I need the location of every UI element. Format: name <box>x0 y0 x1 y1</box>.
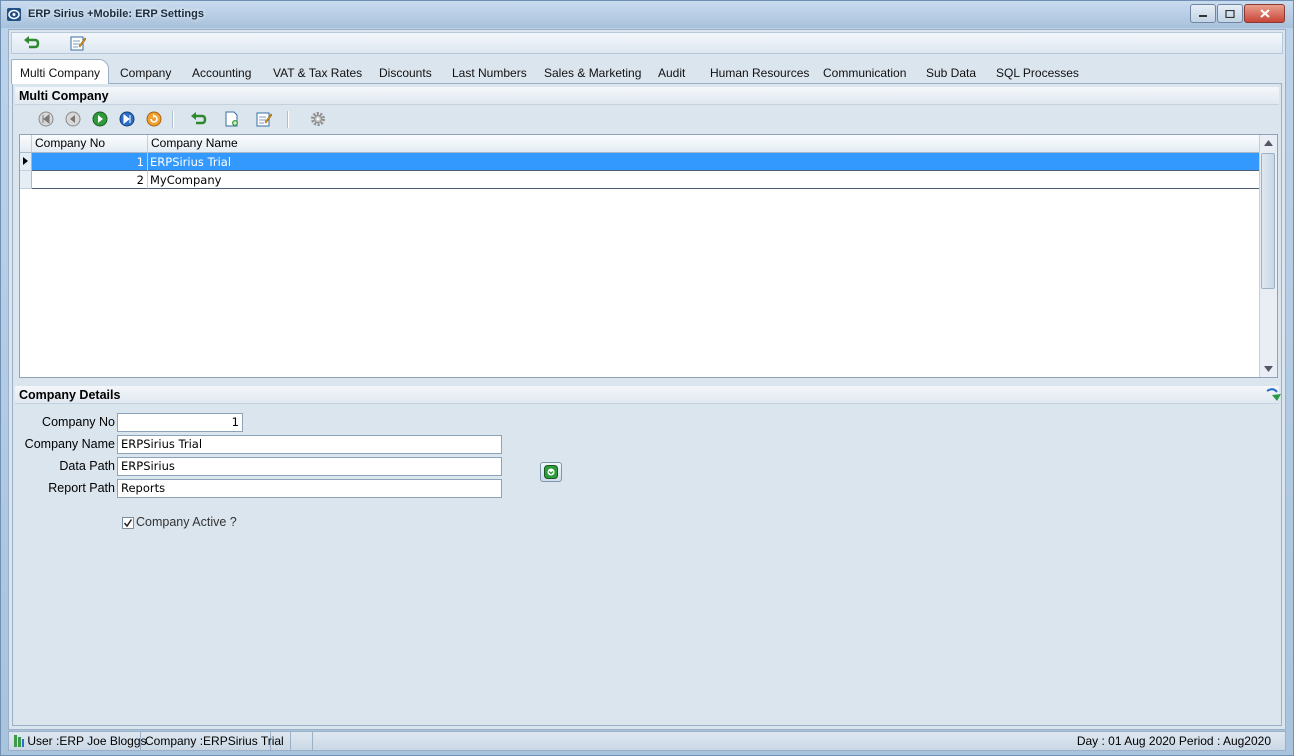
tab-vat-tax-rates[interactable]: VAT & Tax Rates <box>273 63 362 83</box>
tab-discounts[interactable]: Discounts <box>379 63 432 83</box>
edit-record-button[interactable] <box>255 110 273 128</box>
maximize-button[interactable] <box>1217 4 1243 23</box>
last-record-icon <box>119 111 135 127</box>
status-user-cell: User :ERP Joe Bloggs <box>9 732 147 750</box>
company-grid: Company No Company Name 1 ERPSirius Tria… <box>19 134 1278 378</box>
next-record-icon <box>92 111 108 127</box>
window-title: ERP Sirius +Mobile: ERP Settings <box>28 8 204 20</box>
scroll-up-icon <box>1263 140 1273 146</box>
status-bar: User :ERP Joe Bloggs Company :ERPSirius … <box>8 731 1286 751</box>
main-toolbar <box>11 32 1283 54</box>
grid-header: Company No Company Name <box>20 135 1260 153</box>
company-name-label: Company Name <box>24 437 115 451</box>
company-active-label[interactable]: Company Active ? <box>136 515 237 529</box>
tab-audit[interactable]: Audit <box>658 63 685 83</box>
tab-sales-marketing[interactable]: Sales & Marketing <box>544 63 641 83</box>
toolbar-separator <box>287 111 289 128</box>
undo-icon <box>24 36 40 49</box>
scroll-down-button[interactable] <box>1260 361 1276 377</box>
cell-company-no[interactable]: 1 <box>32 153 148 171</box>
undo-button[interactable] <box>23 35 41 51</box>
undo-record-button[interactable] <box>190 110 208 128</box>
row-indicator <box>20 171 32 189</box>
tab-sql-processes[interactable]: SQL Processes <box>996 63 1079 83</box>
last-record-button[interactable] <box>118 110 136 128</box>
table-row[interactable]: 2 MyCompany <box>20 171 1260 189</box>
tab-sub-data[interactable]: Sub Data <box>926 63 976 83</box>
tab-human-resources[interactable]: Human Resources <box>710 63 809 83</box>
data-path-field[interactable]: ERPSirius <box>117 457 502 476</box>
toolbar-separator <box>172 111 174 128</box>
cell-company-no[interactable]: 2 <box>32 171 148 189</box>
new-document-icon <box>225 111 238 127</box>
first-record-button[interactable] <box>37 110 55 128</box>
table-row[interactable]: 1 ERPSirius Trial <box>20 153 1260 171</box>
tab-communication[interactable]: Communication <box>823 63 906 83</box>
previous-record-icon <box>65 111 81 127</box>
row-indicator <box>20 153 32 171</box>
checkmark-icon <box>123 519 133 528</box>
company-details-header: Company Details <box>15 386 1279 404</box>
tab-accounting[interactable]: Accounting <box>192 63 251 83</box>
scroll-thumb[interactable] <box>1261 153 1275 289</box>
browse-data-path-button[interactable] <box>540 462 562 482</box>
column-header-company-no[interactable]: Company No <box>32 135 148 152</box>
status-day-period: Day : 01 Aug 2020 Period : Aug2020 <box>1076 734 1271 748</box>
scroll-down-icon <box>1263 366 1273 372</box>
grid-indicator-header <box>20 135 32 152</box>
first-record-icon <box>38 111 54 127</box>
company-name-field[interactable]: ERPSirius Trial <box>117 435 502 454</box>
grid-toolbar <box>19 108 1279 130</box>
settings-tabs: Multi Company Company Accounting VAT & T… <box>11 59 1283 84</box>
next-record-button[interactable] <box>91 110 109 128</box>
status-user: User :ERP Joe Bloggs <box>27 734 147 748</box>
user-status-icon <box>14 735 24 747</box>
status-empty-cell <box>291 732 313 750</box>
tab-multi-company[interactable]: Multi Company <box>11 59 110 84</box>
tab-last-numbers[interactable]: Last Numbers <box>452 63 527 83</box>
multi-company-header: Multi Company <box>15 87 1279 105</box>
collapse-arrow-icon <box>1266 388 1281 401</box>
report-path-field[interactable]: Reports <box>117 479 502 498</box>
minimize-icon <box>1199 14 1207 17</box>
status-empty-cell <box>271 732 291 750</box>
company-active-checkbox[interactable] <box>122 517 134 529</box>
close-button[interactable] <box>1244 4 1285 23</box>
status-company: Company :ERPSirius Trial <box>141 732 284 750</box>
settings-button[interactable] <box>309 110 327 128</box>
company-no-field[interactable]: 1 <box>117 413 243 432</box>
multi-company-tab-panel: Multi Company Company No Company Name 1 … <box>12 83 1282 726</box>
browse-folder-icon <box>544 465 558 479</box>
refresh-button[interactable] <box>145 110 163 128</box>
current-row-arrow-icon <box>23 157 28 165</box>
app-window: ERP Sirius +Mobile: ERP Settings Multi C… <box>0 0 1294 756</box>
cell-company-name[interactable]: MyCompany <box>148 171 1260 189</box>
maximize-icon <box>1225 9 1235 18</box>
edit-note-icon <box>70 36 86 51</box>
edit-button[interactable] <box>69 35 87 51</box>
edit-note-icon <box>256 112 272 127</box>
refresh-icon <box>146 111 162 127</box>
new-record-button[interactable] <box>223 110 241 128</box>
title-bar: ERP Sirius +Mobile: ERP Settings <box>1 1 1293 28</box>
company-no-label: Company No <box>42 415 115 429</box>
scroll-up-button[interactable] <box>1260 135 1276 151</box>
client-area: Multi Company Company Accounting VAT & T… <box>8 29 1286 730</box>
app-logo-icon <box>7 8 21 21</box>
window-controls <box>1190 4 1285 23</box>
close-icon <box>1259 9 1270 18</box>
minimize-button[interactable] <box>1190 4 1216 23</box>
grid-vertical-scrollbar[interactable] <box>1259 135 1277 377</box>
cell-company-name[interactable]: ERPSirius Trial <box>148 153 1260 171</box>
undo-icon <box>191 112 207 125</box>
collapse-details-button[interactable] <box>1265 387 1281 403</box>
settings-gear-icon <box>311 112 325 126</box>
data-path-label: Data Path <box>59 459 115 473</box>
tab-company[interactable]: Company <box>120 63 171 83</box>
column-header-company-name[interactable]: Company Name <box>148 135 1260 152</box>
previous-record-button[interactable] <box>64 110 82 128</box>
report-path-label: Report Path <box>48 481 115 495</box>
